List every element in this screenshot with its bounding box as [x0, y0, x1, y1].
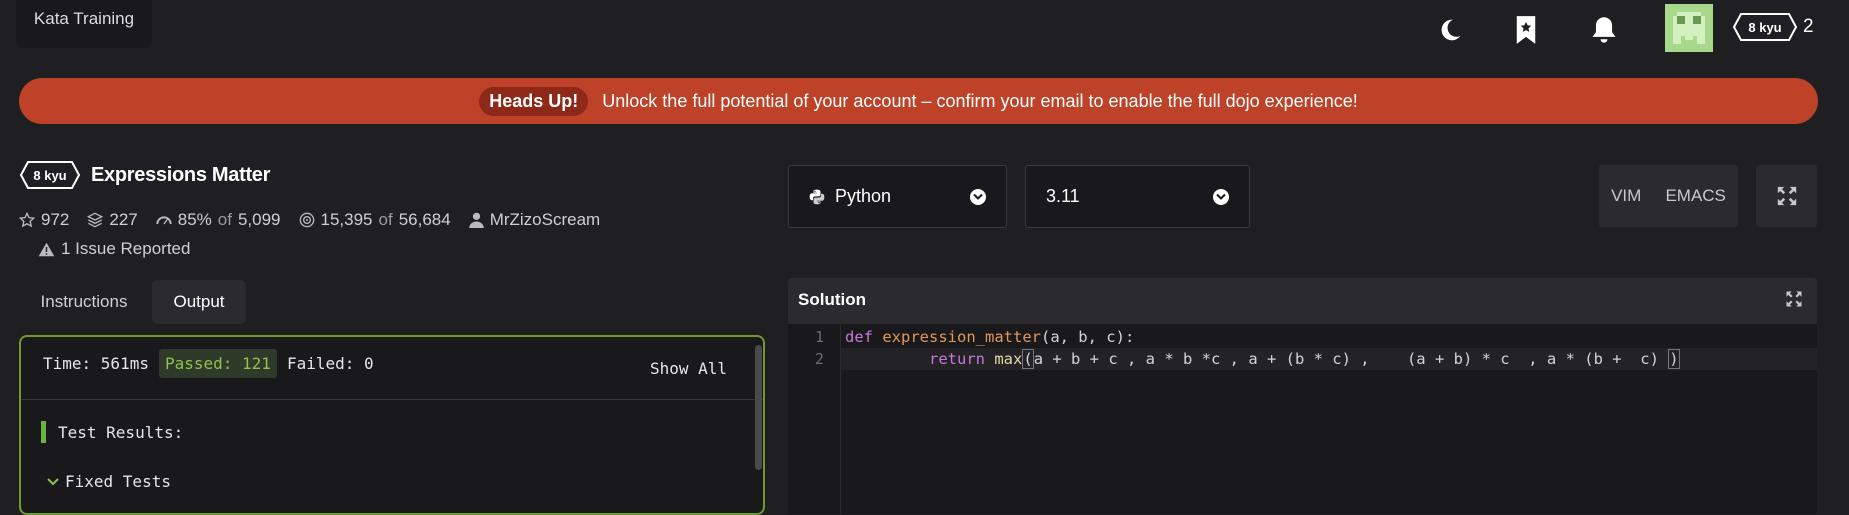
- completed-count: 15,395: [320, 210, 373, 229]
- bell-icon[interactable]: [1586, 12, 1622, 48]
- gauge-icon: [156, 216, 172, 225]
- tab-instructions-label: Instructions: [40, 292, 128, 311]
- collections-stat[interactable]: 227: [87, 210, 138, 230]
- fixed-tests-toggle[interactable]: Fixed Tests: [47, 472, 171, 491]
- code-editor[interactable]: 1 2 def expression_matter(a, b, c): retu…: [788, 324, 1817, 514]
- output-panel: Time: 561ms Passed: 121 Failed: 0 Show A…: [19, 335, 765, 515]
- rank-label: 8 kyu: [1748, 19, 1782, 35]
- code-line-2: return max(a + b + c , a * b *c , a + (b…: [845, 349, 1680, 369]
- line-number: 1: [814, 328, 824, 346]
- keyword-def: def: [845, 328, 873, 346]
- user-icon: [468, 212, 484, 228]
- language-value: Python: [835, 186, 892, 206]
- target-icon: [299, 212, 314, 228]
- satisfaction-percent: 85%: [177, 210, 212, 229]
- emacs-mode-button[interactable]: EMACS: [1659, 186, 1731, 206]
- stars-stat[interactable]: 972: [19, 210, 69, 230]
- satisfaction-votes: 5,099: [237, 210, 281, 229]
- test-status-bar: [41, 421, 46, 443]
- star-icon: [19, 212, 35, 228]
- passed-badge: Passed: 121: [158, 349, 277, 378]
- tab-output-label: Output: [173, 292, 225, 311]
- author-name: MrZizoScream: [489, 210, 601, 229]
- tab-instructions[interactable]: Instructions: [19, 280, 149, 324]
- python-icon: [809, 189, 825, 204]
- test-results-label: Test Results:: [58, 422, 184, 442]
- version-select[interactable]: 3.11: [1025, 165, 1250, 228]
- params: (a, b, c):: [1040, 328, 1135, 346]
- tab-output[interactable]: Output: [152, 280, 246, 324]
- banner-message: Unlock the full potential of your accoun…: [602, 90, 1358, 111]
- kata-rank-badge: 8 kyu: [19, 160, 81, 190]
- stars-count: 972: [41, 210, 70, 229]
- close-paren: ): [1668, 349, 1680, 369]
- language-select[interactable]: Python: [788, 165, 1007, 228]
- rank-badge[interactable]: 8 kyu: [1732, 12, 1798, 42]
- bookmark-star-icon[interactable]: [1508, 12, 1544, 48]
- issues-label: 1 Issue Reported: [61, 239, 191, 258]
- author-stat[interactable]: MrZizoScream: [468, 210, 601, 230]
- satisfaction-stat: 85% of 5,099: [156, 210, 281, 230]
- honor-count: 2: [1803, 16, 1814, 37]
- chevron-down-icon: [1213, 188, 1229, 205]
- completed-of: of: [378, 210, 393, 229]
- kata-title: Expressions Matter: [91, 164, 271, 186]
- moon-icon[interactable]: [1432, 12, 1468, 48]
- kata-training-label: Kata Training: [33, 9, 135, 28]
- chevron-down-icon: [970, 188, 986, 205]
- satisfaction-of: of: [217, 210, 232, 229]
- builtin-max: max: [994, 350, 1023, 368]
- issues-link[interactable]: 1 Issue Reported: [38, 239, 190, 259]
- kata-stats: 972 227 85% of 5,099 15,395 of 56,684 Mr…: [19, 210, 600, 230]
- kata-training-tab[interactable]: Kata Training: [16, 0, 152, 48]
- line-number: 2: [814, 350, 824, 368]
- line-gutter: 1 2: [788, 324, 841, 514]
- attempts-count: 56,684: [398, 210, 451, 229]
- expression-body: a + b + c , a * b *c , a + (b * c) , (a …: [1033, 350, 1669, 368]
- solution-title: Solution: [798, 290, 866, 309]
- output-divider: [21, 399, 763, 400]
- failed-label: Failed: 0: [286, 354, 374, 373]
- output-summary: Time: 561ms Passed: 121 Failed: 0: [43, 349, 374, 378]
- heads-up-pill: Heads Up!: [479, 86, 589, 116]
- chevron-down-icon: [47, 477, 59, 485]
- vim-mode-button[interactable]: VIM: [1605, 186, 1647, 206]
- layers-icon: [87, 212, 104, 228]
- solution-header: Solution: [788, 278, 1817, 324]
- expand-icon: [1777, 186, 1796, 206]
- show-all-button[interactable]: Show All: [650, 359, 727, 378]
- open-paren: (: [1022, 349, 1034, 369]
- kata-rank-label: 8 kyu: [33, 167, 67, 183]
- keyword-return: return: [929, 350, 985, 368]
- fixed-tests-label: Fixed Tests: [65, 472, 171, 491]
- code-line-1: def expression_matter(a, b, c):: [845, 328, 1134, 346]
- test-results-heading: Test Results:: [41, 421, 183, 443]
- avatar[interactable]: [1665, 4, 1713, 52]
- email-confirm-banner[interactable]: Heads Up! Unlock the full potential of y…: [19, 78, 1818, 124]
- editor-mode-group: VIM EMACS: [1599, 165, 1738, 227]
- time-label: Time: 561ms: [43, 354, 149, 373]
- warning-icon: [38, 242, 55, 256]
- fullscreen-button[interactable]: [1756, 165, 1817, 227]
- collections-count: 227: [109, 210, 138, 229]
- completed-stat: 15,395 of 56,684: [299, 210, 451, 230]
- expand-icon[interactable]: [1785, 290, 1803, 308]
- function-name: expression_matter: [882, 328, 1041, 346]
- output-scrollbar[interactable]: [755, 345, 762, 470]
- version-value: 3.11: [1046, 186, 1080, 206]
